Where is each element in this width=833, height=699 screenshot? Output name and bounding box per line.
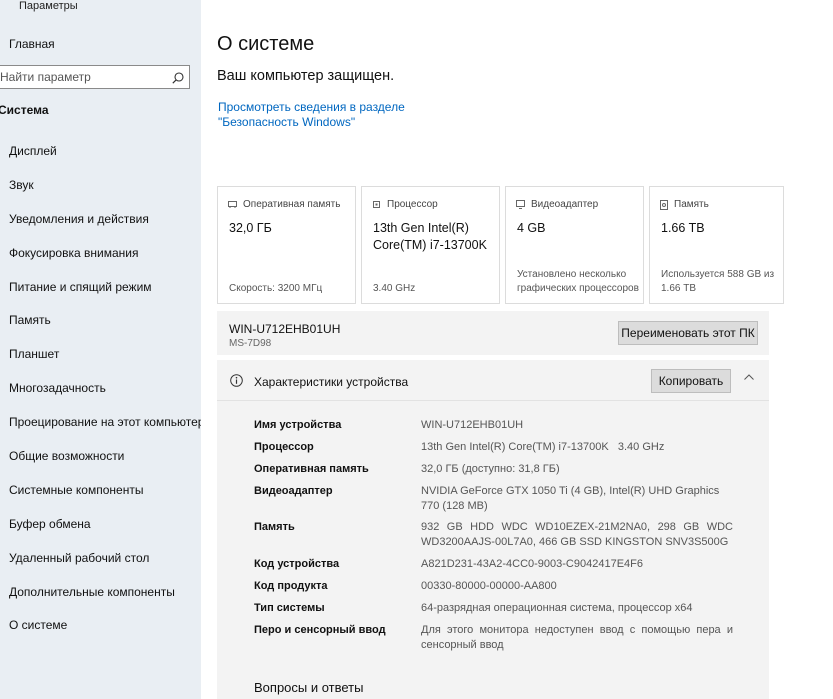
spec-key: Имя устройства: [254, 419, 342, 431]
spec-value: 932 GB HDD WDC WD10EZEX-21M2NA0, 298 GB …: [421, 521, 733, 548]
sidebar-item-optional-features[interactable]: Дополнительные компоненты: [0, 576, 201, 610]
summary-cards: Оперативная память 32,0 ГБ Скорость: 320…: [217, 186, 784, 304]
gpu-card-value: 4 GB: [517, 221, 546, 235]
gpu-card-label: Видеоадаптер: [531, 199, 599, 210]
cpu-card: Процессор 13th Gen Intel(R) Core(TM) i7-…: [361, 186, 500, 304]
storage-card-label: Память: [674, 199, 709, 210]
spec-key: Код устройства: [254, 558, 340, 570]
copy-button[interactable]: Копировать: [651, 369, 731, 393]
ram-card: Оперативная память 32,0 ГБ Скорость: 320…: [217, 186, 356, 304]
spec-key: Видеоадаптер: [254, 485, 333, 497]
sidebar-item-clipboard[interactable]: Буфер обмена: [0, 508, 201, 542]
ram-card-sub: Скорость: 3200 МГц: [229, 283, 323, 294]
sidebar-item-storage[interactable]: Память: [0, 304, 201, 338]
sidebar-section-title: Система: [0, 103, 49, 117]
spec-key: Тип системы: [254, 602, 325, 614]
security-details-link[interactable]: Просмотреть сведения в разделе "Безопасн…: [218, 100, 418, 130]
spec-value: 13th Gen Intel(R) Core(TM) i7-13700K 3.4…: [421, 441, 665, 453]
spec-key: Оперативная память: [254, 463, 369, 475]
sidebar-item-multitasking[interactable]: Многозадачность: [0, 372, 201, 406]
spec-row: Оперативная память 32,0 ГБ (доступно: 31…: [254, 462, 734, 477]
device-specs-panel: Характеристики устройства Копировать Имя…: [217, 360, 769, 699]
pc-name: WIN-U712EHB01UH: [229, 322, 341, 336]
search-input[interactable]: [0, 66, 167, 88]
sidebar-item-about[interactable]: О системе: [0, 609, 201, 643]
main-content: О системе Ваш компьютер защищен. Просмот…: [201, 0, 833, 699]
spec-key: Процессор: [254, 441, 314, 453]
spec-row: Процессор 13th Gen Intel(R) Core(TM) i7-…: [254, 440, 734, 455]
sidebar-item-remote-desktop[interactable]: Удаленный рабочий стол: [0, 542, 201, 576]
spec-value: WIN-U712EHB01UH: [421, 419, 524, 431]
page-title: О системе: [217, 33, 315, 55]
sidebar-item-shared-experiences[interactable]: Общие возможности: [0, 440, 201, 474]
spec-row: Имя устройства WIN-U712EHB01UH: [254, 418, 734, 433]
cpu-card-label: Процессор: [387, 199, 438, 210]
cpu-card-value: 13th Gen Intel(R) Core(TM) i7-13700K: [373, 221, 487, 252]
sidebar-item-sound[interactable]: Звук: [0, 169, 201, 203]
spec-row: Видеоадаптер NVIDIA GeForce GTX 1050 Ti …: [254, 484, 734, 514]
spec-value: Для этого монитора недоступен ввод с пом…: [421, 624, 733, 651]
gpu-icon: [516, 200, 525, 209]
spec-value: A821D231-43A2-4CC0-9003-C9042417E4F6: [421, 558, 643, 570]
rename-pc-button[interactable]: Переименовать этот ПК: [618, 321, 758, 345]
search-box[interactable]: [0, 65, 190, 89]
spec-row: Память 932 GB HDD WDC WD10EZEX-21M2NA0, …: [254, 520, 734, 550]
ram-card-label: Оперативная память: [243, 199, 341, 210]
ram-card-value: 32,0 ГБ: [229, 221, 272, 235]
spec-key: Перо и сенсорный ввод: [254, 624, 386, 636]
search-icon[interactable]: [172, 71, 184, 84]
ram-icon: [228, 201, 237, 208]
spec-value: 64-разрядная операционная система, проце…: [421, 602, 693, 614]
storage-card: Память 1.66 TB Используется 588 GB из 1.…: [649, 186, 784, 304]
pc-model: MS-7D98: [229, 338, 272, 349]
spec-row: Тип системы 64-разрядная операционная си…: [254, 601, 734, 616]
storage-card-sub: Используется 588 GB из 1.66 TB: [661, 269, 775, 294]
spec-value: 00330-80000-00000-AA800: [421, 580, 557, 592]
gpu-card: Видеоадаптер 4 GB Установлено несколько …: [505, 186, 644, 304]
app-title: Параметры: [19, 0, 78, 12]
spec-value: NVIDIA GeForce GTX 1050 Ti (4 GB), Intel…: [421, 485, 720, 512]
spec-row: Код продукта 00330-80000-00000-AA800: [254, 579, 734, 594]
device-specs-title: Характеристики устройства: [254, 375, 409, 389]
sidebar-item-tablet[interactable]: Планшет: [0, 338, 201, 372]
faq-heading: Вопросы и ответы: [254, 680, 364, 695]
spec-key: Код продукта: [254, 580, 328, 592]
sidebar-item-notifications[interactable]: Уведомления и действия: [0, 203, 201, 237]
chevron-up-icon[interactable]: [744, 374, 754, 380]
spec-value: 32,0 ГБ (доступно: 31,8 ГБ): [421, 463, 560, 475]
sidebar-item-system-components[interactable]: Системные компоненты: [0, 474, 201, 508]
storage-card-value: 1.66 TB: [661, 221, 705, 235]
pc-name-bar: WIN-U712EHB01UH MS-7D98 Переименовать эт…: [217, 311, 769, 355]
sidebar-nav: Дисплей Звук Уведомления и действия Фоку…: [0, 135, 204, 643]
protection-status: Ваш компьютер защищен.: [217, 68, 395, 84]
cpu-icon: [373, 201, 380, 208]
spec-key: Память: [254, 521, 295, 533]
sidebar-item-display[interactable]: Дисплей: [0, 135, 201, 169]
spec-row: Перо и сенсорный ввод Для этого монитора…: [254, 623, 734, 653]
sidebar: Параметры Главная Система Дисплей Звук У…: [0, 0, 204, 699]
sidebar-item-focus-assist[interactable]: Фокусировка внимания: [0, 237, 201, 271]
sidebar-item-projecting[interactable]: Проецирование на этот компьютер: [0, 406, 204, 440]
spec-row: Код устройства A821D231-43A2-4CC0-9003-C…: [254, 557, 734, 572]
gpu-card-sub: Установлено несколько графических процес…: [517, 269, 639, 294]
storage-icon: [660, 199, 668, 210]
cpu-card-sub: 3.40 GHz: [373, 283, 416, 294]
device-specs-header[interactable]: Характеристики устройства Копировать: [217, 360, 769, 401]
info-icon: [230, 374, 243, 387]
sidebar-item-power-sleep[interactable]: Питание и спящий режим: [0, 271, 201, 305]
home-link[interactable]: Главная: [9, 37, 55, 51]
